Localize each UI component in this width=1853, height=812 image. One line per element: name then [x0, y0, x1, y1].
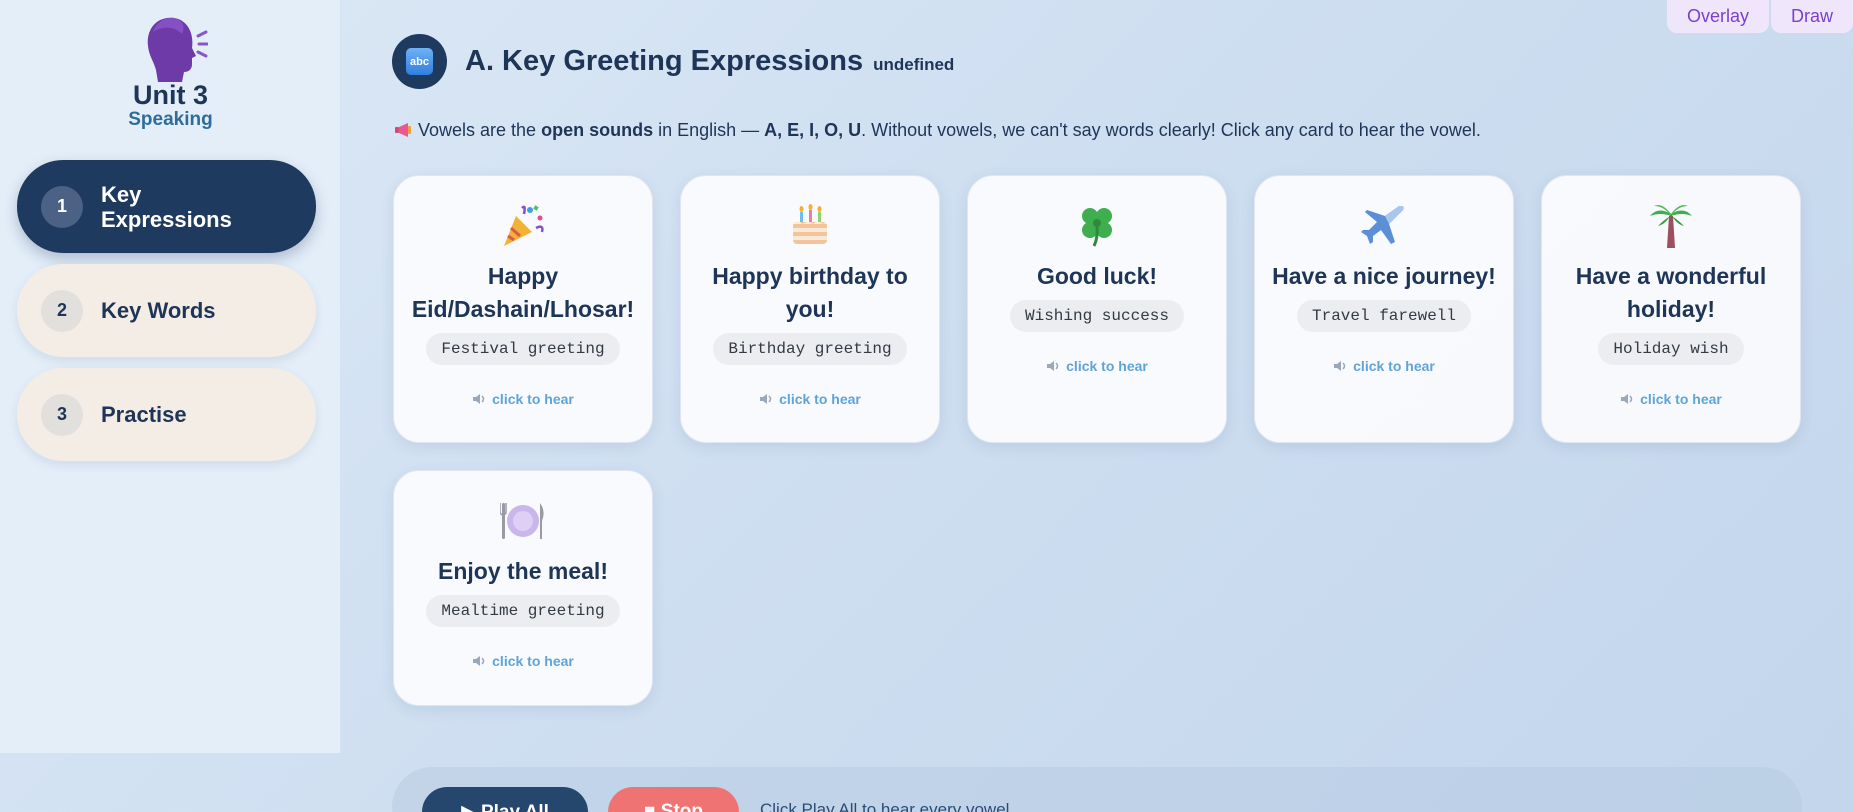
card-title: Happy birthday to you! [712, 263, 908, 322]
unit-logo: Unit 3 Speaking [0, 14, 341, 139]
click-to-hear[interactable]: click to hear [1255, 358, 1513, 374]
card-title: Good luck! [1036, 263, 1158, 289]
speaker-icon [1621, 394, 1633, 404]
card-title: Have a wonderful holiday! [1575, 263, 1767, 322]
nav-label: Practise [101, 402, 187, 427]
click-to-hear[interactable]: click to hear [968, 358, 1226, 374]
palm-tree-icon [1650, 205, 1692, 248]
click-to-hear-label: click to hear [1066, 358, 1148, 374]
speaking-head-icon [147, 17, 208, 83]
card-title: Happy Eid/Dashain/Lhosar! [411, 263, 635, 322]
click-to-hear-label: click to hear [1353, 358, 1435, 374]
section-nav: 1 Key Expressions 2 Key Words 3 Practise [17, 160, 316, 472]
nav-item-key-expressions[interactable]: 1 Key Expressions [17, 160, 316, 253]
intro-bold: open sounds [541, 120, 654, 140]
unit-subtitle: Speaking [128, 109, 213, 130]
playback-controls: ▶ Play All ■ Stop Click Play All to hear… [392, 767, 1802, 812]
playback-hint: Click Play All to hear every vowel [760, 800, 1010, 812]
play-all-button[interactable]: ▶ Play All [422, 787, 588, 812]
click-to-hear[interactable]: click to hear [394, 653, 652, 669]
nav-number: 2 [41, 289, 83, 332]
nav-number: 1 [41, 185, 83, 228]
plate-cutlery-icon [500, 503, 544, 539]
speaker-icon [473, 656, 485, 666]
expression-card[interactable]: Have a nice journey! Travel farewell cli… [1254, 175, 1514, 443]
expression-card[interactable]: Good luck! Wishing success click to hear [967, 175, 1227, 443]
intro-part: . Without vowels, we can't say words cle… [861, 120, 1481, 140]
expression-card[interactable]: Happy Eid/Dashain/Lhosar! Festival greet… [393, 175, 653, 443]
click-to-hear[interactable]: click to hear [681, 391, 939, 407]
draw-button[interactable]: Draw [1770, 0, 1853, 33]
card-tag: Mealtime greeting [426, 595, 620, 627]
card-tag: Festival greeting [426, 333, 620, 365]
nav-number: 3 [41, 393, 83, 436]
page-subtitle: undefined [873, 54, 955, 74]
airplane-icon [1361, 206, 1404, 244]
click-to-hear-label: click to hear [492, 653, 574, 669]
expression-card[interactable]: Enjoy the meal! Mealtime greeting click … [393, 470, 653, 706]
card-tag: Travel farewell [1296, 300, 1472, 332]
page-title: A. Key Greeting Expressions [465, 45, 864, 77]
card-tag: Birthday greeting [713, 333, 907, 365]
click-to-hear[interactable]: click to hear [1542, 391, 1800, 407]
nav-label: Key Expressions [101, 181, 232, 232]
speaker-icon [760, 394, 772, 404]
nav-item-key-words[interactable]: 2 Key Words [17, 264, 316, 357]
overlay-button[interactable]: Overlay [1666, 0, 1769, 33]
expression-card[interactable]: Have a wonderful holiday! Holiday wish c… [1541, 175, 1801, 443]
top-toolbar: Overlay Draw [1665, 0, 1853, 33]
click-to-hear-label: click to hear [779, 391, 861, 407]
card-title: Enjoy the meal! [438, 558, 608, 584]
intro-part: Vowels are the [418, 120, 542, 140]
click-to-hear[interactable]: click to hear [394, 391, 652, 407]
intro-part: in English — [653, 120, 765, 140]
nav-label: Key Words [101, 298, 216, 323]
nav-item-practise[interactable]: 3 Practise [17, 368, 316, 461]
party-popper-icon [504, 205, 544, 246]
birthday-cake-icon [793, 204, 827, 244]
abc-icon: abc [406, 48, 433, 75]
intro-bold: A, E, I, O, U [764, 120, 862, 140]
expression-card[interactable]: Happy birthday to you! Birthday greeting… [680, 175, 940, 443]
four-leaf-clover-icon [1082, 208, 1112, 247]
intro-text: Vowels are the open sounds in English — … [394, 120, 1481, 141]
speaker-icon [473, 394, 485, 404]
speaker-icon [1334, 361, 1346, 371]
speaker-icon [1047, 361, 1059, 371]
unit-title: Unit 3 [132, 80, 208, 110]
stop-button[interactable]: ■ Stop [608, 787, 739, 812]
sidebar: Unit 3 Speaking 1 Key Expressions 2 Key … [0, 0, 341, 753]
card-title: Have a nice journey! [1272, 263, 1496, 289]
section-header: abc A. Key Greeting Expressions undefine… [392, 34, 954, 89]
card-tag: Holiday wish [1598, 333, 1744, 365]
abc-badge: abc [392, 34, 447, 89]
click-to-hear-label: click to hear [492, 391, 574, 407]
click-to-hear-label: click to hear [1640, 391, 1722, 407]
card-tag: Wishing success [1009, 300, 1185, 332]
megaphone-icon [395, 123, 411, 137]
